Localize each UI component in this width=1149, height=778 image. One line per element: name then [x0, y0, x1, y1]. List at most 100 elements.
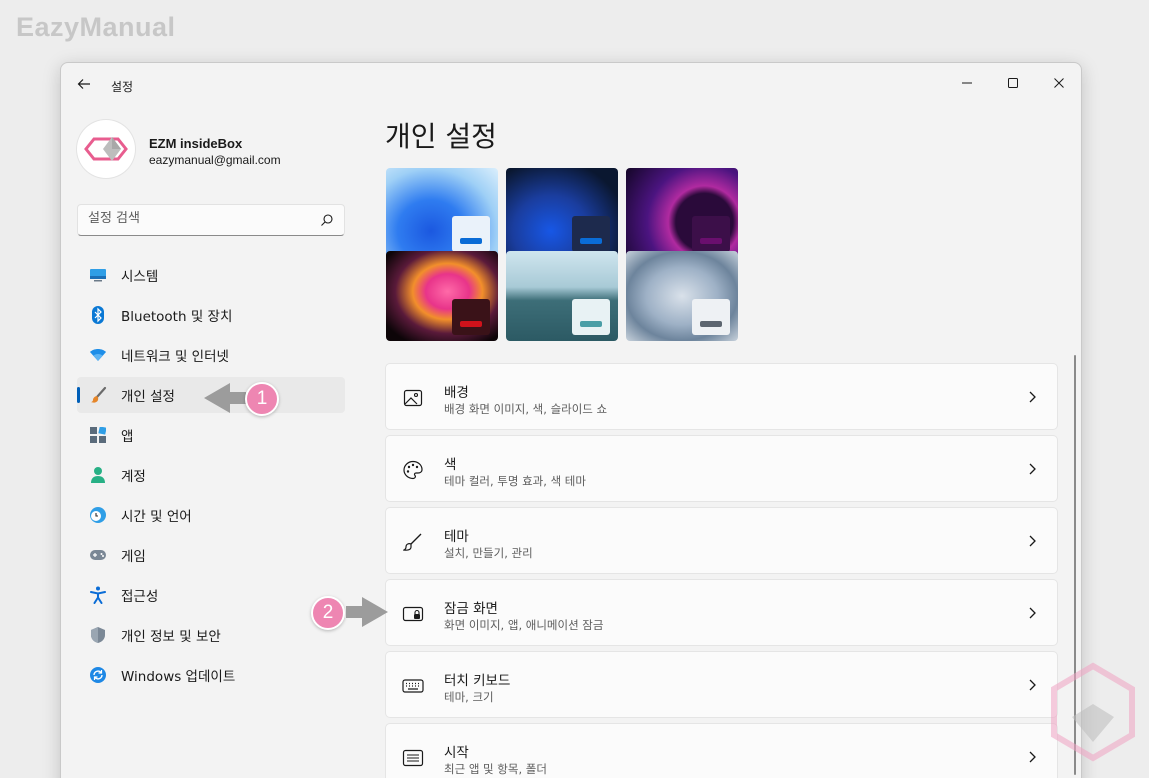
- gamepad-icon: [89, 546, 107, 564]
- theme-preview-badge: [452, 299, 490, 335]
- sidebar-item-gaming[interactable]: 게임: [77, 537, 345, 573]
- chevron-right-icon: [1029, 679, 1036, 691]
- setting-title: 시작: [444, 745, 469, 761]
- title-bar: 설정: [61, 63, 1081, 95]
- maximize-icon: [1008, 78, 1018, 88]
- theme-accent-bar: [700, 238, 722, 244]
- sidebar-item-label: 시스템: [121, 269, 159, 285]
- back-button[interactable]: [75, 75, 93, 93]
- minimize-button[interactable]: [947, 69, 987, 97]
- sidebar-item-label: 게임: [121, 549, 146, 565]
- theme-accent-bar: [700, 321, 722, 327]
- sidebar-item-label: Windows 업데이트: [121, 669, 236, 685]
- keyboard-icon: [402, 675, 424, 697]
- sidebar-item-privacy[interactable]: 개인 정보 및 보안: [77, 617, 345, 653]
- setting-subtitle: 배경 화면 이미지, 색, 슬라이드 쇼: [444, 402, 608, 416]
- sidebar-item-label: 앱: [121, 429, 134, 445]
- theme-gallery: [386, 168, 746, 343]
- avatar[interactable]: [77, 120, 135, 178]
- setting-themes[interactable]: 테마 설치, 만들기, 관리: [385, 507, 1058, 574]
- setting-title: 잠금 화면: [444, 601, 498, 617]
- theme-accent-bar: [460, 321, 482, 327]
- sidebar-item-label: 네트워크 및 인터넷: [121, 349, 229, 365]
- annotation-marker-2: 2: [311, 596, 345, 630]
- theme-accent-bar: [580, 238, 602, 244]
- chevron-right-icon: [1029, 607, 1036, 619]
- sidebar-item-network[interactable]: 네트워크 및 인터넷: [77, 337, 345, 373]
- theme-thumbnail[interactable]: [386, 251, 498, 341]
- lock-screen-icon: [402, 603, 424, 625]
- globe-clock-icon: [89, 506, 107, 524]
- sidebar-item-label: 개인 정보 및 보안: [121, 629, 221, 645]
- theme-preview-badge: [572, 299, 610, 335]
- site-logo: EazyManual: [16, 12, 176, 42]
- brush-icon: [402, 531, 424, 553]
- sidebar-item-accounts[interactable]: 계정: [77, 457, 345, 493]
- setting-touch-keyboard[interactable]: 터치 키보드 테마, 크기: [385, 651, 1058, 718]
- chevron-right-icon: [1029, 751, 1036, 763]
- setting-colors[interactable]: 색 테마 컬러, 투명 효과, 색 테마: [385, 435, 1058, 502]
- ezm-logo-icon: [84, 137, 128, 161]
- setting-subtitle: 설치, 만들기, 관리: [444, 546, 533, 560]
- theme-accent-bar: [580, 321, 602, 327]
- setting-subtitle: 테마, 크기: [444, 690, 494, 704]
- sidebar-nav: 시스템 Bluetooth 및 장치 네트워크 및 인터넷 개인 설정 앱 계정…: [77, 257, 345, 697]
- account-icon: [89, 466, 107, 484]
- setting-lock-screen[interactable]: 잠금 화면 화면 이미지, 앱, 애니메이션 잠금: [385, 579, 1058, 646]
- page-title: 개인 설정: [385, 120, 497, 153]
- close-icon: [1054, 78, 1064, 88]
- sidebar-item-system[interactable]: 시스템: [77, 257, 345, 293]
- theme-preview-badge: [692, 299, 730, 335]
- update-icon: [89, 666, 107, 684]
- theme-thumbnail[interactable]: [626, 168, 738, 258]
- theme-thumbnail[interactable]: [626, 251, 738, 341]
- settings-list: 배경 배경 화면 이미지, 색, 슬라이드 쇼 색 테마 컬러, 투명 효과, …: [385, 363, 1058, 778]
- minimize-icon: [962, 82, 972, 84]
- annotation-arrow-2: [346, 597, 388, 627]
- theme-thumbnail[interactable]: [386, 168, 498, 258]
- setting-background[interactable]: 배경 배경 화면 이미지, 색, 슬라이드 쇼: [385, 363, 1058, 430]
- setting-subtitle: 테마 컬러, 투명 효과, 색 테마: [444, 474, 586, 488]
- setting-title: 배경: [444, 385, 469, 401]
- bluetooth-icon: [89, 306, 107, 324]
- setting-start[interactable]: 시작 최근 앱 및 항목, 폴더: [385, 723, 1058, 778]
- search-box[interactable]: [77, 204, 345, 236]
- theme-thumbnail[interactable]: [506, 251, 618, 341]
- search-icon[interactable]: [320, 213, 334, 227]
- annotation-arrow-1: [204, 383, 246, 413]
- sidebar-item-bluetooth[interactable]: Bluetooth 및 장치: [77, 297, 345, 333]
- chevron-right-icon: [1029, 463, 1036, 475]
- sidebar-item-time-language[interactable]: 시간 및 언어: [77, 497, 345, 533]
- image-icon: [402, 387, 424, 409]
- palette-icon: [402, 459, 424, 481]
- settings-window: 설정 EZM insideBox eazymanual@gmail.com 시스…: [60, 62, 1082, 778]
- back-arrow-icon: [77, 79, 90, 89]
- window-title: 설정: [111, 80, 134, 94]
- maximize-button[interactable]: [993, 69, 1033, 97]
- ezm-watermark-logo: [1051, 662, 1135, 762]
- sidebar-item-label: 시간 및 언어: [121, 509, 192, 525]
- apps-icon: [89, 426, 107, 444]
- close-button[interactable]: [1039, 69, 1079, 97]
- sidebar-item-apps[interactable]: 앱: [77, 417, 345, 453]
- setting-title: 색: [444, 457, 457, 473]
- sidebar-item-accessibility[interactable]: 접근성: [77, 577, 345, 613]
- setting-title: 테마: [444, 529, 469, 545]
- start-icon: [402, 747, 424, 769]
- brush-icon: [89, 386, 107, 404]
- theme-preview-badge: [572, 216, 610, 252]
- profile-name: EZM insideBox: [149, 136, 243, 151]
- profile-email: eazymanual@gmail.com: [149, 153, 281, 167]
- setting-subtitle: 화면 이미지, 앱, 애니메이션 잠금: [444, 618, 604, 632]
- sidebar-item-windows-update[interactable]: Windows 업데이트: [77, 657, 345, 693]
- monitor-icon: [89, 266, 107, 284]
- wifi-icon: [89, 346, 107, 364]
- search-input[interactable]: [88, 211, 308, 226]
- theme-thumbnail[interactable]: [506, 168, 618, 258]
- setting-subtitle: 최근 앱 및 항목, 폴더: [444, 762, 547, 776]
- sidebar-item-label: 개인 설정: [121, 389, 175, 405]
- shield-icon: [89, 626, 107, 644]
- setting-title: 터치 키보드: [444, 673, 511, 689]
- theme-preview-badge: [692, 216, 730, 252]
- theme-accent-bar: [460, 238, 482, 244]
